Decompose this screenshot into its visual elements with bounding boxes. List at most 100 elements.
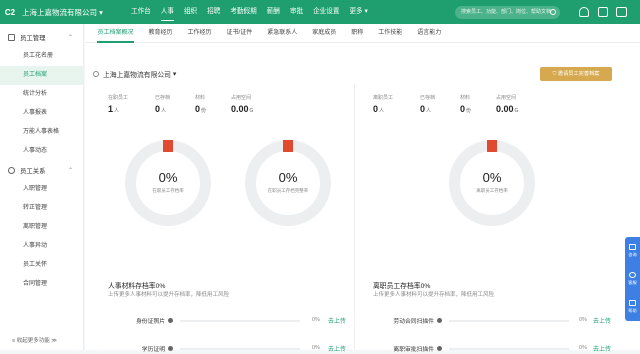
sidebar-group-employee-relations[interactable]: 员工关系 ⌃ <box>0 161 83 180</box>
sidebar-item-confirmation[interactable]: 转正管理 <box>0 199 83 218</box>
donut-percent: 0% <box>482 170 502 185</box>
sidebar-item-transfers[interactable]: 人事异动 <box>0 237 83 256</box>
top-bar: C2 上海上嘉物流有限公司 ▾ 工作台 人事 组织 招聘 考勤假期 薪酬 审批 … <box>0 0 640 24</box>
progress-bar <box>449 320 569 322</box>
stat-number: 0.00 <box>496 104 514 114</box>
departed-employee-panel: 离职员工 0人 已存档 0人 材料 0份 占用空间 0.00G 0% 离职员工存档率 离职… <box>357 84 627 353</box>
nav-more[interactable]: 更多 ▾ <box>344 0 372 24</box>
float-label: 客服 <box>628 280 637 285</box>
stat-materials: 材料 0份 <box>195 94 206 114</box>
nav-recruitment[interactable]: 招聘 <box>202 0 225 24</box>
app-logo: C2 <box>4 7 16 17</box>
company-name: 上海上嘉物流有限公司 <box>22 7 97 17</box>
upload-link[interactable]: 去上传 <box>328 316 346 325</box>
sidebar-item-employee-archive[interactable]: 员工档案 <box>0 66 83 85</box>
stat-label: 已存档 <box>155 95 171 101</box>
doc-row-label: 离职审批扫描件 <box>357 344 442 354</box>
chat-icon <box>629 244 636 250</box>
tab-skills[interactable]: 工作技能 <box>371 24 410 43</box>
donut-marker <box>487 140 497 152</box>
stat-label: 已存档 <box>420 95 436 101</box>
tab-bar: 员工档案概况 教育经历 工作经历 证书/证件 紧急联系人 家庭成员 职称 工作技… <box>85 24 640 43</box>
stat-number: 0 <box>155 104 161 114</box>
bell-icon[interactable] <box>579 7 589 17</box>
checkbox-icon[interactable] <box>598 7 608 17</box>
doc-row-label: 身份证照片 <box>85 316 173 326</box>
sidebar-group-employee-mgmt[interactable]: 员工管理 ⌃ <box>0 28 83 47</box>
chevron-up-icon: ⌃ <box>67 35 73 41</box>
donut-label: 在职员工存档完整率 <box>267 188 309 193</box>
tab-work-experience[interactable]: 工作经历 <box>180 24 219 43</box>
stat-unit: G <box>514 108 519 114</box>
headset-icon <box>629 272 636 278</box>
stat-number: 0.00 <box>231 104 249 114</box>
nav-payroll[interactable]: 薪酬 <box>262 0 285 24</box>
sidebar-item-hr-updates[interactable]: 人事动态 <box>0 142 83 161</box>
sidebar-item-roster[interactable]: 员工花名册 <box>0 47 83 66</box>
doc-row-text: 身份证照片 <box>136 319 165 325</box>
stat-materials: 材料 0份 <box>460 94 471 114</box>
stat-active-employees: 在职员工 1人 <box>108 94 128 114</box>
help-icon <box>437 346 442 351</box>
tab-archive-overview[interactable]: 员工档案概况 <box>90 24 141 43</box>
stat-value: 0份 <box>460 104 471 114</box>
tab-titles[interactable]: 职称 <box>344 24 371 43</box>
help-icon <box>168 318 173 323</box>
main-nav: 工作台 人事 组织 招聘 考勤假期 薪酬 审批 企业设置 更多 ▾ <box>126 0 373 24</box>
stat-unit: 人 <box>161 108 167 114</box>
invite-button-label: 邀请员工完善档案 <box>557 71 600 77</box>
service-button[interactable]: 客服 <box>625 265 640 293</box>
doc-row-percent: 0% <box>579 317 587 323</box>
box-icon[interactable] <box>616 7 627 17</box>
sidebar-item-onboarding[interactable]: 入职管理 <box>0 180 83 199</box>
search-input[interactable]: 搜索员工、功能、部门、岗位、帮助文档 <box>455 6 560 19</box>
tab-emergency-contacts[interactable]: 紧急联系人 <box>260 24 305 43</box>
help-button[interactable]: 帮助 <box>625 293 640 321</box>
stat-value: 0人 <box>420 104 435 114</box>
sidebar-item-reports[interactable]: 人事报表 <box>0 104 83 123</box>
stat-label: 材料 <box>460 95 471 101</box>
nav-settings[interactable]: 企业设置 <box>308 0 344 24</box>
invite-button[interactable]: ⛉ 邀请员工完善档案 <box>540 67 612 81</box>
consult-button[interactable]: 咨询 <box>625 237 640 265</box>
stat-number: 0 <box>460 104 466 114</box>
progress-bar <box>180 320 300 322</box>
tab-family[interactable]: 家庭成员 <box>305 24 344 43</box>
company-icon <box>93 71 99 77</box>
doc-row-label: 劳动合同扫描件 <box>357 316 442 326</box>
stat-unit: 人 <box>426 108 432 114</box>
folder-icon <box>8 34 15 41</box>
donut-marker <box>283 140 293 152</box>
sidebar-collapse[interactable]: ≡ 收起更多功能 ≫ <box>12 336 57 344</box>
sidebar-item-care[interactable]: 员工关怀 <box>0 256 83 275</box>
nav-organization[interactable]: 组织 <box>179 0 202 24</box>
sidebar-item-offboarding[interactable]: 离职管理 <box>0 218 83 237</box>
stat-unit: 人 <box>379 108 385 114</box>
tab-certificates[interactable]: 证书/证件 <box>219 24 260 43</box>
sidebar-item-statistics[interactable]: 统计分析 <box>0 85 83 104</box>
upload-link[interactable]: 去上传 <box>328 344 346 353</box>
tab-education[interactable]: 教育经历 <box>141 24 180 43</box>
group-label: 员工关系 <box>20 168 46 175</box>
section-title: 人事材料存档率0% <box>108 283 166 290</box>
sidebar-item-contracts[interactable]: 合同管理 <box>0 275 83 294</box>
nav-workbench[interactable]: 工作台 <box>126 0 156 24</box>
nav-personnel[interactable]: 人事 <box>156 0 179 24</box>
progress-bar <box>449 348 569 350</box>
nav-attendance[interactable]: 考勤假期 <box>225 0 261 24</box>
section-subtitle: 上传更多人事材料可以提升存档率，降低用工风险 <box>108 292 230 298</box>
sidebar-item-universal-table[interactable]: 万能人事表格 <box>0 123 83 142</box>
company-switcher[interactable]: 上海上嘉物流有限公司 ▾ <box>22 7 126 18</box>
tab-languages[interactable]: 语言能力 <box>410 24 449 43</box>
stat-label: 离职员工 <box>373 95 394 101</box>
company-select[interactable]: 上海上嘉物流有限公司 ▾ <box>93 69 176 79</box>
nav-approval[interactable]: 审批 <box>285 0 308 24</box>
help-icon <box>168 346 173 351</box>
doc-row-percent: 0% <box>312 345 320 351</box>
donut-percent: 0% <box>158 170 178 185</box>
upload-link[interactable]: 去上传 <box>593 344 611 353</box>
stat-storage: 占用空间 0.00G <box>496 94 518 114</box>
upload-link[interactable]: 去上传 <box>593 316 611 325</box>
stat-value: 0人 <box>373 104 393 114</box>
stat-value: 0.00G <box>496 104 518 114</box>
